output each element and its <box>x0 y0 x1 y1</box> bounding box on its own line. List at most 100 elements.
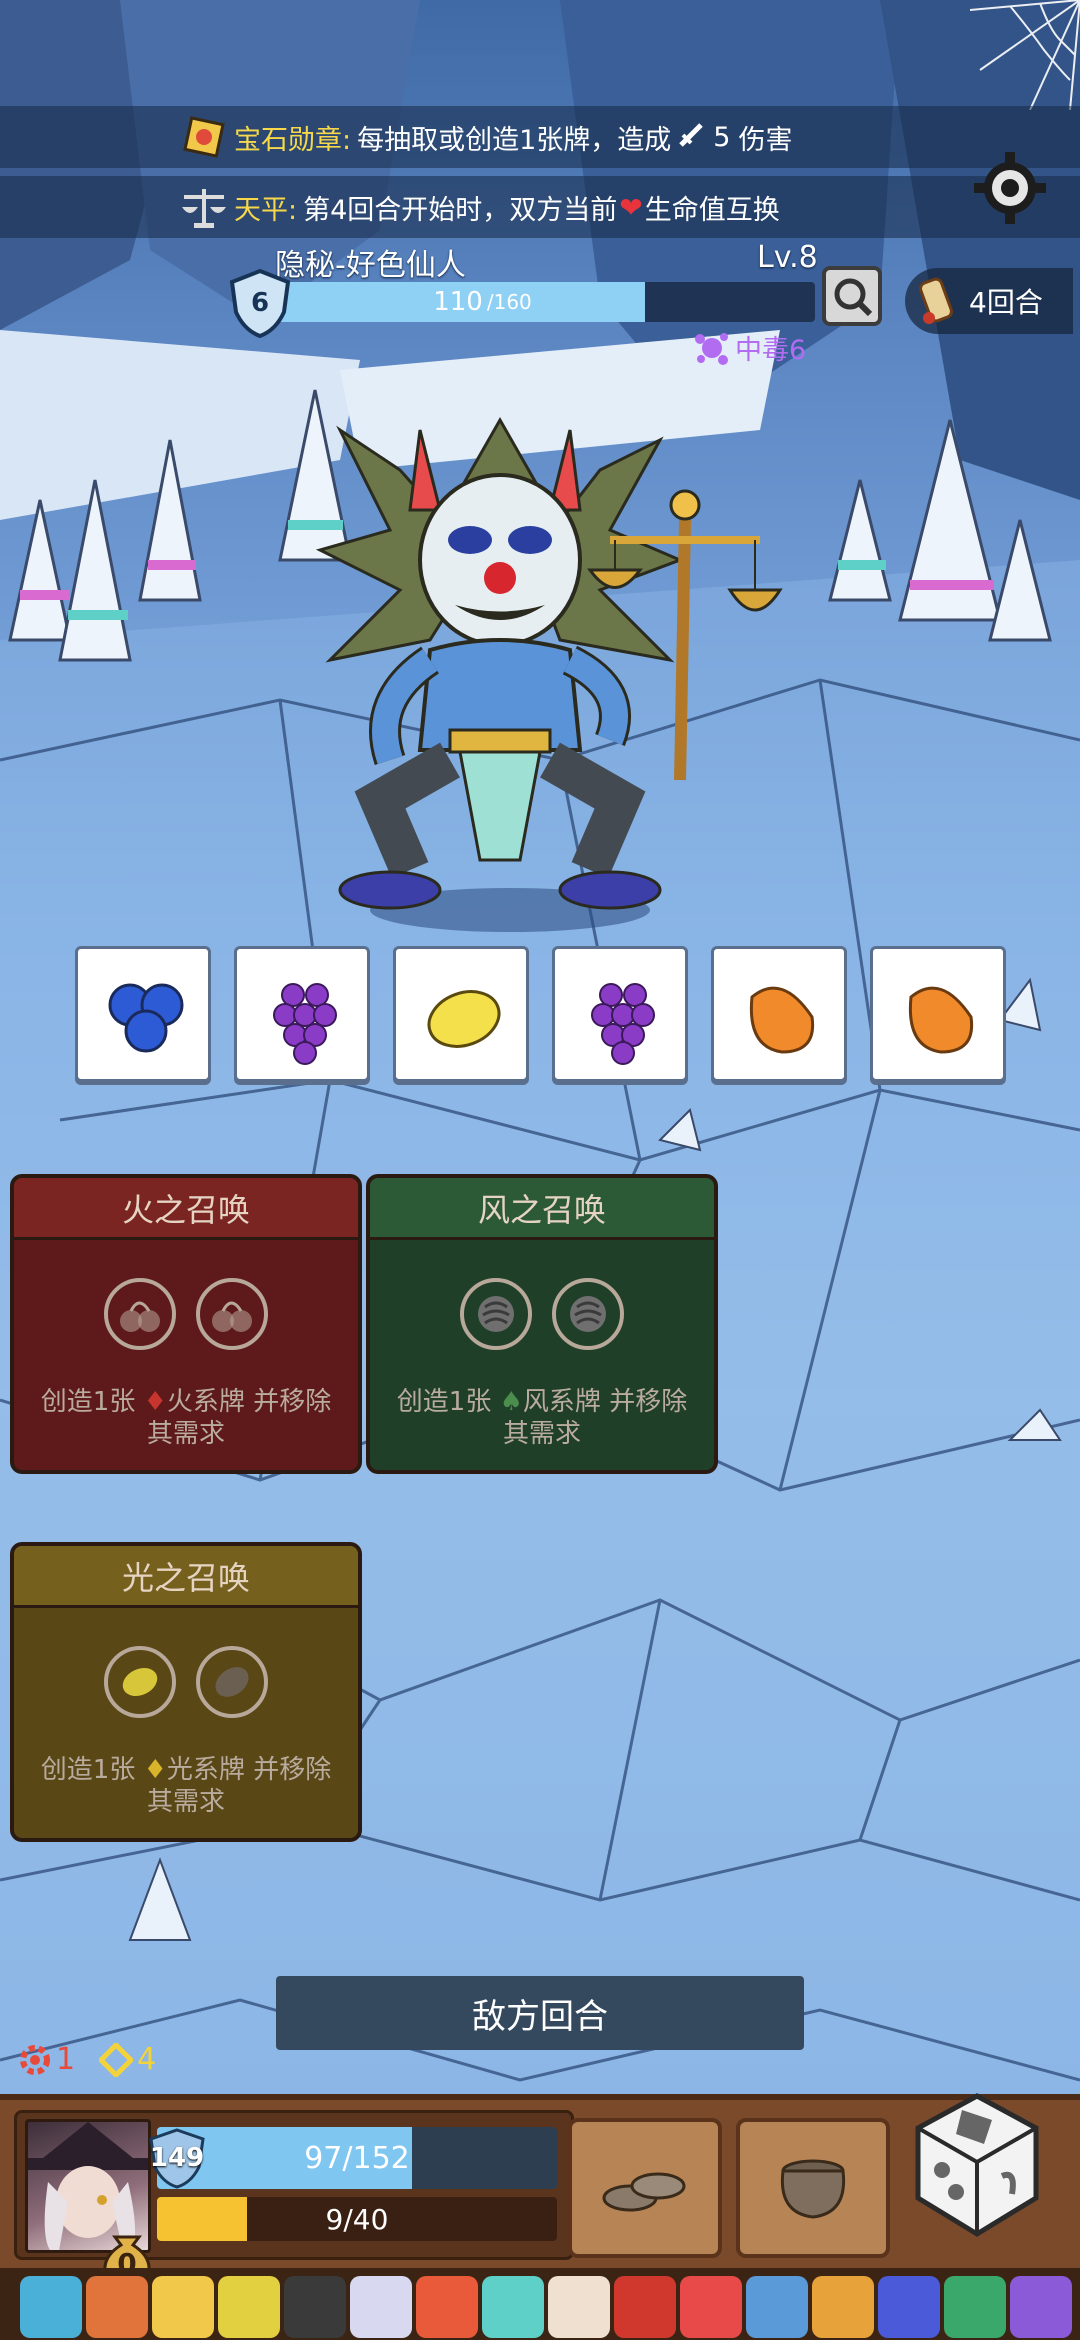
mango-icon <box>749 986 815 1054</box>
enemy-hp-bar: 110 /160 <box>270 282 815 322</box>
enemy-hp-value: 110 <box>433 287 483 317</box>
spider-web-decoration <box>970 0 1080 110</box>
poison-splat-icon <box>695 332 728 365</box>
player-hp-text: 97/152 <box>304 2140 410 2176</box>
relic-icon[interactable] <box>614 2276 676 2338</box>
spell-desc-suffix: 并移除 <box>253 1755 332 1785</box>
game-scene: 宝石勋章: 每抽取或创造1张牌，造成 5 伤害 天平: 第4回合开始时，双方当前… <box>0 0 1080 2340</box>
item-slot-2[interactable] <box>736 2118 890 2258</box>
relic-icon[interactable] <box>812 2276 874 2338</box>
spell-desc-element: 火系牌 <box>166 1387 245 1417</box>
relic-icon[interactable] <box>152 2276 214 2338</box>
player-shield-value: 149 <box>149 2143 205 2173</box>
lemon-icon <box>427 990 501 1048</box>
wind-slot-icon <box>552 1278 624 1350</box>
spell-desc-element: 光系牌 <box>166 1755 245 1785</box>
buff-text: 第4回合开始时，双方当前 <box>303 194 618 226</box>
relic-icon[interactable] <box>218 2276 280 2338</box>
buff-row-balance[interactable]: 天平: 第4回合开始时，双方当前 ❤ 生命值互换 <box>0 176 1080 238</box>
relic-icon[interactable] <box>86 2276 148 2338</box>
spell-desc-prefix: 创造1张 <box>396 1387 492 1417</box>
buff-label: 宝石勋章: <box>234 124 352 156</box>
inspect-enemy-button[interactable] <box>822 266 882 326</box>
enemy-shield-value: 6 <box>250 288 270 318</box>
player-xp-bar: 9/40 <box>157 2197 557 2241</box>
grape-icon <box>591 983 655 1065</box>
leaf-icon: ♠ <box>499 1387 523 1417</box>
relic-icon[interactable] <box>746 2276 808 2338</box>
spell-desc-suffix: 并移除 <box>253 1387 332 1417</box>
blueberry-icon <box>108 983 184 1053</box>
relic-icon[interactable] <box>284 2276 346 2338</box>
light-diamond-icon: ♦ <box>143 1755 167 1785</box>
spell-card-title: 风之召唤 <box>370 1178 714 1240</box>
spell-card-fire[interactable]: 火之召唤 创造1张 ♦火系牌 并移除 其需求 <box>10 1174 362 1474</box>
enemy-shield: 6 <box>228 268 292 338</box>
enemy-level: Lv.8 <box>757 240 818 275</box>
player-shield: 149 <box>147 2127 207 2189</box>
relic-icon[interactable] <box>944 2276 1006 2338</box>
enemy-hp-text: 110 /160 <box>270 282 695 322</box>
cherry-slot-icon <box>196 1278 268 1350</box>
relic-icon[interactable] <box>878 2276 940 2338</box>
item-slot-1[interactable] <box>568 2118 722 2258</box>
settings-gear-icon[interactable] <box>972 150 1048 226</box>
relic-icon[interactable] <box>680 2276 742 2338</box>
buff-text: 每抽取或创造1张牌，造成 <box>357 124 672 156</box>
enemy-turn-button[interactable]: 敌方回合 <box>276 1976 804 2050</box>
spell-desc-line2: 其需求 <box>146 1419 225 1449</box>
spell-card-wind[interactable]: 风之召唤 创造1张 ♠风系牌 并移除 其需求 <box>366 1174 718 1474</box>
spell-card-light[interactable]: 光之召唤 创造1张 ♦光系牌 并移除 其需求 <box>10 1542 362 1842</box>
yellow-diamond-icon <box>99 2042 134 2077</box>
spell-desc-suffix: 并移除 <box>609 1387 688 1417</box>
relic-bar <box>0 2268 1080 2340</box>
buff-row-gem-medal[interactable]: 宝石勋章: 每抽取或创造1张牌，造成 5 伤害 <box>0 106 1080 168</box>
spell-desc-element: 风系牌 <box>522 1387 601 1417</box>
spell-desc-prefix: 创造1张 <box>40 1755 136 1785</box>
relic-icon[interactable] <box>20 2276 82 2338</box>
enemy-name: 隐秘-好色仙人 <box>275 248 466 283</box>
player-status-frame: 97/152 9/40 149 0 <box>14 2110 574 2286</box>
resource-counters: 1 4 <box>18 2042 156 2077</box>
grape-icon <box>273 983 337 1065</box>
relic-icon[interactable] <box>416 2276 478 2338</box>
buff-text-suffix: 伤害 <box>738 124 793 156</box>
coins-icon <box>602 2172 686 2212</box>
spell-card-title: 火之召唤 <box>14 1178 358 1240</box>
spell-desc-prefix: 创造1张 <box>40 1387 136 1417</box>
fruit-slot-mango[interactable] <box>711 946 847 1082</box>
buff-damage-value: 5 <box>713 121 731 153</box>
fruit-slot-grape[interactable] <box>552 946 688 1082</box>
scroll-icon <box>919 277 953 324</box>
heart-icon: ❤ <box>619 190 643 224</box>
enemy-character[interactable] <box>280 400 800 940</box>
player-panel: 97/152 9/40 149 0 <box>0 2093 1080 2340</box>
relic-icon[interactable] <box>548 2276 610 2338</box>
poison-status-text: 中毒6 <box>735 335 807 366</box>
fruit-slot-mango[interactable] <box>870 946 1006 1082</box>
turn-counter[interactable]: 4回合 <box>905 268 1073 334</box>
fruit-slot-blueberry[interactable] <box>75 946 211 1082</box>
spell-desc-line2: 其需求 <box>502 1419 581 1449</box>
mango-icon <box>908 986 974 1054</box>
relic-icon[interactable] <box>1010 2276 1072 2338</box>
enemy-status-poison[interactable]: 中毒6 <box>695 328 806 367</box>
relic-icon[interactable] <box>350 2276 412 2338</box>
fruit-slot-lemon[interactable] <box>393 946 529 1082</box>
dice-roll-button[interactable] <box>912 2090 1042 2240</box>
buff-label: 天平: <box>234 194 298 226</box>
balance-scale-icon <box>180 183 228 231</box>
spell-card-title: 光之召唤 <box>14 1546 358 1608</box>
player-xp-text: 9/40 <box>325 2202 389 2236</box>
buff-text-suffix: 生命值互换 <box>644 194 780 226</box>
fruit-slot-grape[interactable] <box>234 946 370 1082</box>
relic-icon[interactable] <box>482 2276 544 2338</box>
spell-desc-line2: 其需求 <box>146 1787 225 1817</box>
gear-count: 1 <box>56 2042 76 2077</box>
pot-icon <box>780 2159 846 2219</box>
gear-counter: 1 <box>18 2042 75 2077</box>
wind-slot-icon <box>460 1278 532 1350</box>
magnifier-icon <box>834 278 873 317</box>
turn-count-text: 4回合 <box>969 286 1043 319</box>
fire-drop-icon: ♦ <box>143 1387 167 1417</box>
